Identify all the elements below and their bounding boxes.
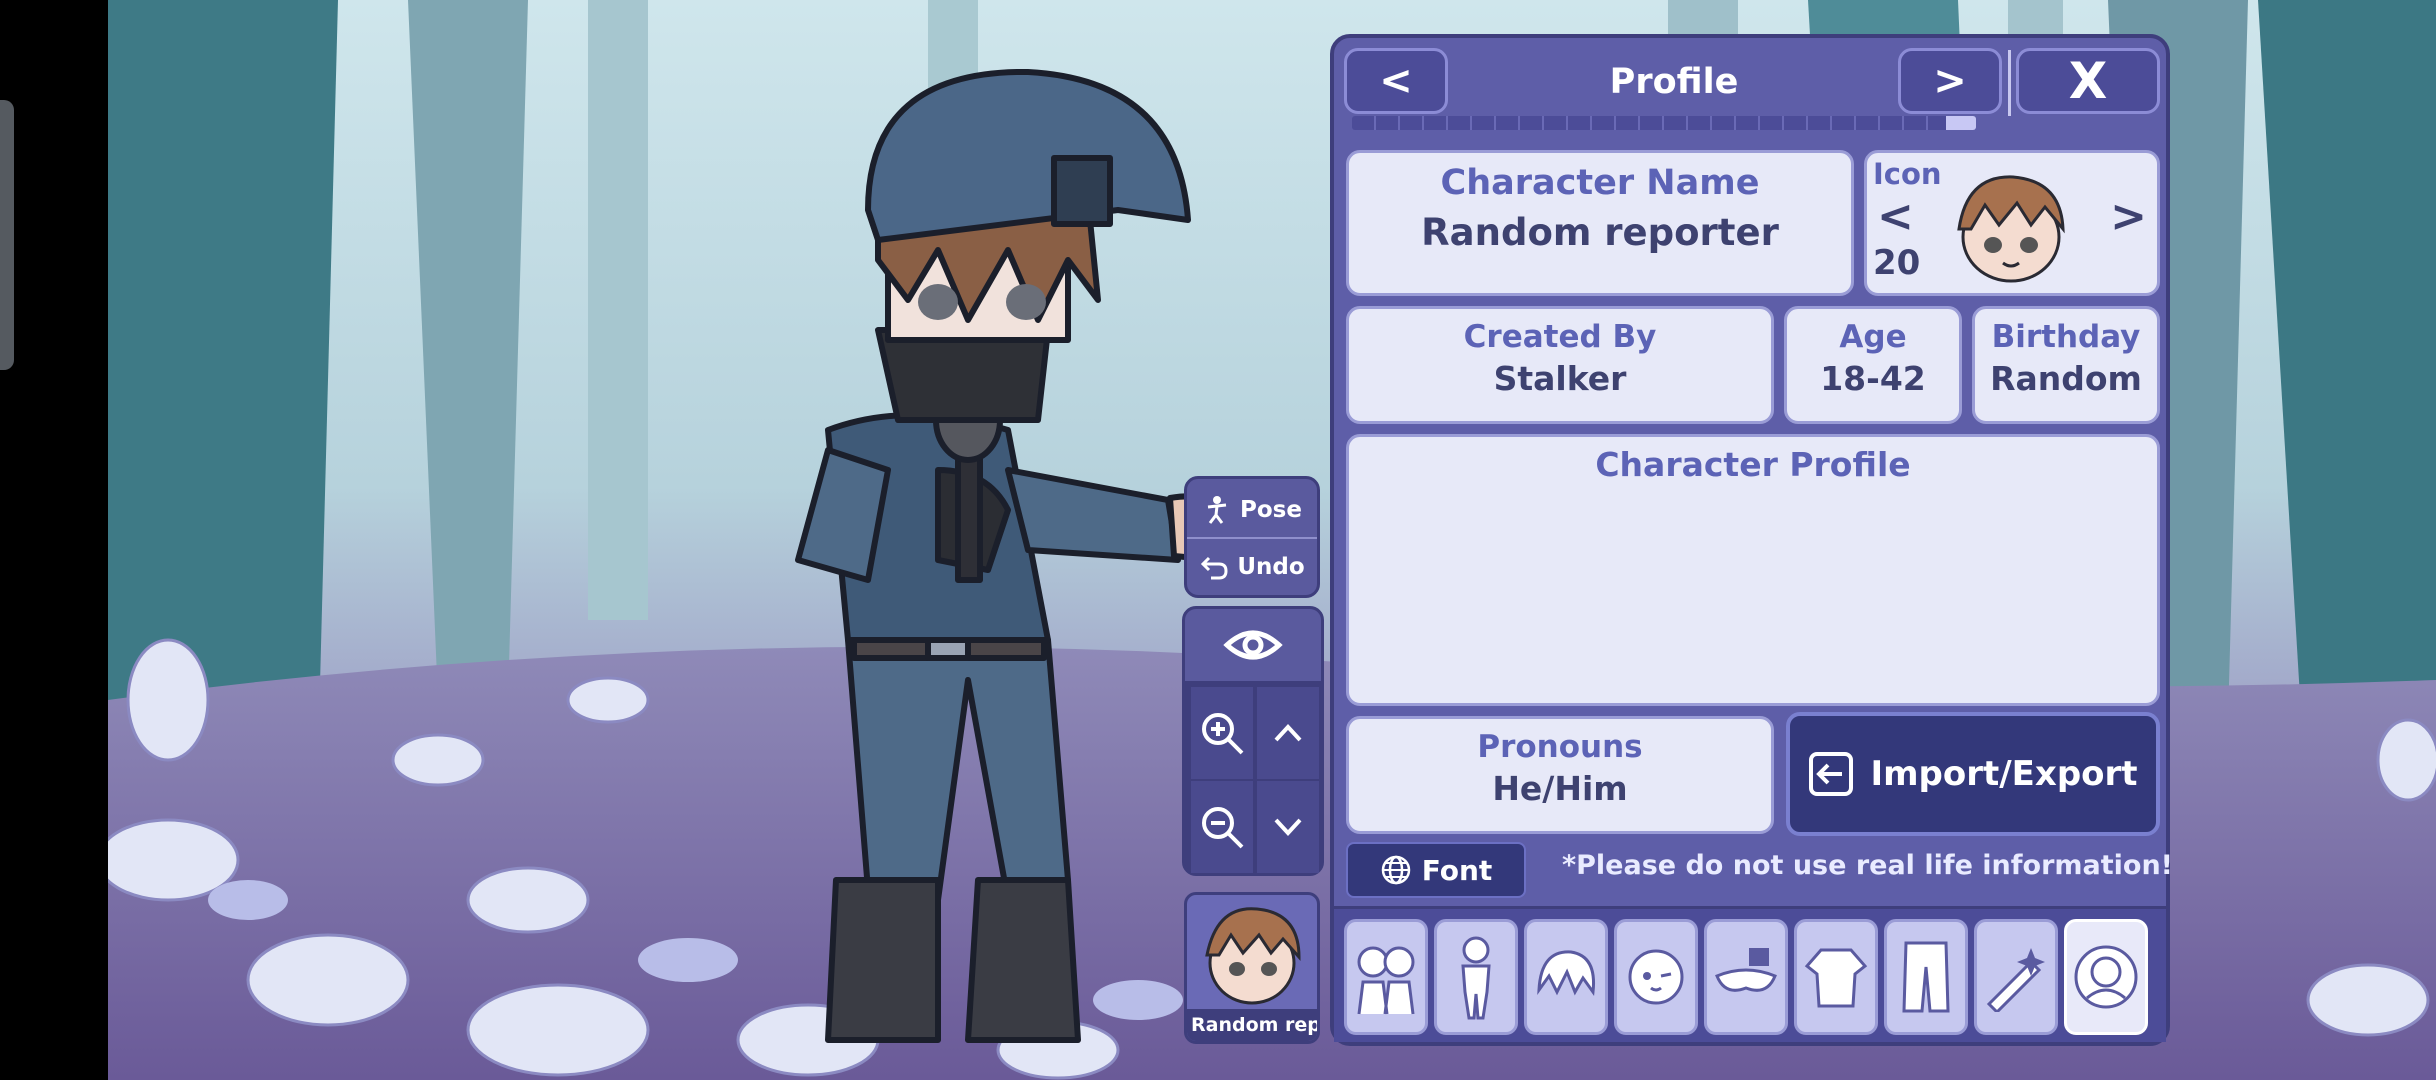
import-export-label: Import/Export [1870,754,2138,794]
character-slot-label: Random repor [1187,1009,1317,1041]
toggle-visibility-button[interactable] [1185,609,1321,681]
tab-face[interactable] [1614,919,1698,1035]
pose-label: Pose [1240,497,1302,523]
chevron-up-icon [1274,724,1302,742]
created-by-caption: Created By [1463,319,1657,355]
tab-tops[interactable] [1794,919,1878,1035]
character-head-icon [1205,907,1301,1005]
page-progress-fill [1946,116,1976,130]
pose-icon [1207,496,1227,524]
profile-icon [2074,945,2138,1009]
pose-undo-panel: Pose Undo [1184,476,1320,598]
header-divider [2008,50,2011,116]
prev-page-button[interactable]: < [1344,48,1448,114]
character-name-caption: Character Name [1440,163,1760,203]
pose-button[interactable]: Pose [1187,483,1317,539]
age-value: 18-42 [1820,359,1926,398]
tab-bottoms[interactable] [1884,919,1968,1035]
body-icon [1461,936,1491,1020]
icon-number: 20 [1873,243,1921,283]
tab-body[interactable] [1434,919,1518,1035]
next-page-button[interactable]: > [1898,48,2002,114]
zoom-out-button[interactable] [1191,781,1253,873]
tab-hair[interactable] [1524,919,1608,1035]
pronouns-field[interactable]: Pronouns He/Him [1346,716,1774,834]
privacy-warning: *Please do not use real life information… [1562,850,2173,881]
icon-selector: Icon < 20 > [1864,150,2160,296]
page-progress-bar [1352,116,1976,130]
pronouns-value: He/Him [1492,769,1628,808]
character-profile-field[interactable]: Character Profile [1346,434,2160,706]
age-field[interactable]: Age 18-42 [1784,306,1962,424]
created-by-field[interactable]: Created By Stalker [1346,306,1774,424]
birthday-caption: Birthday [1991,319,2141,355]
character-name-value: Random reporter [1421,211,1779,254]
font-button[interactable]: Font [1346,842,1526,898]
zoom-in-icon [1202,713,1244,755]
globe-icon [1381,855,1410,885]
edge-swipe-handle[interactable] [0,100,14,370]
screen-left-bar [0,0,108,1080]
eye-icon [1223,630,1283,660]
tab-profile[interactable] [2064,919,2148,1035]
profile-panel: < Profile > X Character Name Random repo… [1330,34,2173,1046]
group-presets-icon [1357,946,1415,1015]
import-export-button[interactable]: Import/Export [1786,712,2160,836]
move-up-button[interactable] [1257,687,1319,779]
top-clothing-icon [1804,948,1868,1008]
undo-label: Undo [1237,554,1305,580]
tab-presets[interactable] [1344,919,1428,1035]
zoom-out-icon [1202,807,1244,849]
character-slot-thumbnail[interactable]: Random repor [1184,892,1320,1044]
undo-button[interactable]: Undo [1187,539,1317,595]
tab-props[interactable] [1974,919,2058,1035]
character-profile-caption: Character Profile [1595,445,1911,484]
camera-controls [1182,606,1324,876]
move-down-button[interactable] [1257,781,1319,873]
character-name-field[interactable]: Character Name Random reporter [1346,150,1854,296]
font-label: Font [1421,853,1493,887]
face-icon [1628,949,1684,1005]
birthday-field[interactable]: Birthday Random [1972,306,2160,424]
icon-next-button[interactable]: > [2110,191,2147,242]
props-icon [1986,948,2045,1012]
zoom-in-button[interactable] [1191,687,1253,779]
bottom-clothing-icon [1902,941,1950,1013]
accessories-icon [1715,948,1777,992]
import-export-icon [1809,752,1854,796]
tab-accessories[interactable] [1704,919,1788,1035]
age-caption: Age [1839,319,1907,355]
panel-header: < Profile > X [1334,38,2166,138]
panel-title: Profile [1609,62,1739,102]
created-by-value: Stalker [1493,359,1627,398]
pronouns-caption: Pronouns [1477,729,1643,765]
undo-icon [1201,556,1228,580]
close-button[interactable]: X [2016,48,2160,114]
birthday-value: Random [1990,359,2142,398]
character-icon-preview [1957,175,2065,283]
chevron-down-icon [1274,818,1302,836]
icon-prev-button[interactable]: < [1877,191,1914,242]
category-tab-bar [1334,906,2166,1042]
hair-icon [1537,950,1596,997]
